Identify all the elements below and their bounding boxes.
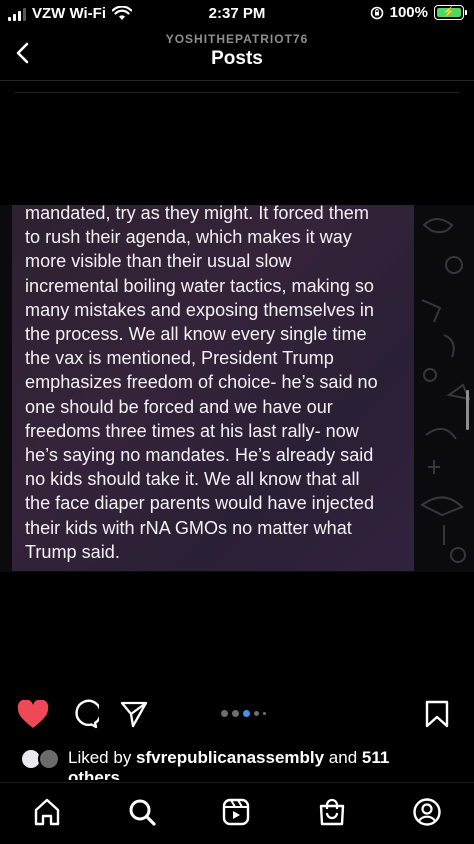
- carousel-dot: [254, 711, 259, 716]
- save-button[interactable]: [420, 697, 454, 731]
- likes-middle: and: [324, 748, 362, 767]
- carousel-dot: [263, 712, 266, 715]
- liker-avatars[interactable]: [20, 748, 66, 772]
- profile-icon: [413, 798, 441, 826]
- likes-suffix[interactable]: others: [68, 768, 120, 780]
- avatar: [38, 748, 60, 770]
- tab-home[interactable]: [30, 795, 64, 829]
- orientation-lock-icon: [370, 6, 383, 19]
- carousel-dot: [221, 710, 228, 717]
- tab-reels[interactable]: [219, 795, 253, 829]
- carousel-indicator: [221, 710, 266, 717]
- status-bar: VZW Wi-Fi 2:37 PM 100% ⚡: [0, 0, 474, 28]
- top-nav: YOSHITHEPATRIOT76 Posts: [0, 28, 474, 81]
- reels-icon: [222, 798, 250, 826]
- heart-icon: [17, 699, 49, 728]
- background-doodles: [420, 218, 471, 563]
- tab-search[interactable]: [125, 795, 159, 829]
- home-icon: [34, 798, 60, 826]
- comment-icon: [75, 699, 99, 729]
- likes-count[interactable]: 511: [362, 748, 389, 767]
- tab-profile[interactable]: [410, 795, 444, 829]
- scroll-indicator[interactable]: [466, 390, 469, 430]
- likes-text[interactable]: Liked by sfvrepublicanassembly and 511 ot…: [68, 748, 448, 780]
- carousel-dot: [232, 710, 239, 717]
- status-right: 100% ⚡: [370, 4, 467, 21]
- carousel-dot-active: [243, 710, 250, 717]
- shop-icon: [319, 798, 345, 826]
- like-button[interactable]: [16, 697, 50, 731]
- header-username: YOSHITHEPATRIOT76: [165, 32, 309, 46]
- page-title: Posts: [211, 48, 263, 69]
- search-icon: [129, 799, 156, 826]
- battery-icon: ⚡: [434, 5, 467, 20]
- likes-row: Liked by sfvrepublicanassembly and 511 ot…: [20, 746, 460, 780]
- post-media[interactable]: mandated, try as they might. It forced t…: [0, 205, 474, 572]
- text-card: mandated, try as they might. It forced t…: [12, 205, 414, 571]
- liker-username[interactable]: sfvrepublicanassembly: [136, 748, 324, 767]
- share-button[interactable]: [117, 697, 151, 731]
- divider: [14, 92, 460, 93]
- battery-percent: 100%: [389, 4, 428, 21]
- bottom-tab-bar: [0, 782, 474, 844]
- post-actions: [0, 697, 474, 733]
- likes-prefix: Liked by: [68, 748, 137, 767]
- post-caption-text: mandated, try as they might. It forced t…: [25, 205, 378, 562]
- tab-shop[interactable]: [315, 795, 349, 829]
- share-icon: [120, 701, 148, 728]
- save-icon: [425, 700, 449, 728]
- comment-button[interactable]: [67, 697, 101, 731]
